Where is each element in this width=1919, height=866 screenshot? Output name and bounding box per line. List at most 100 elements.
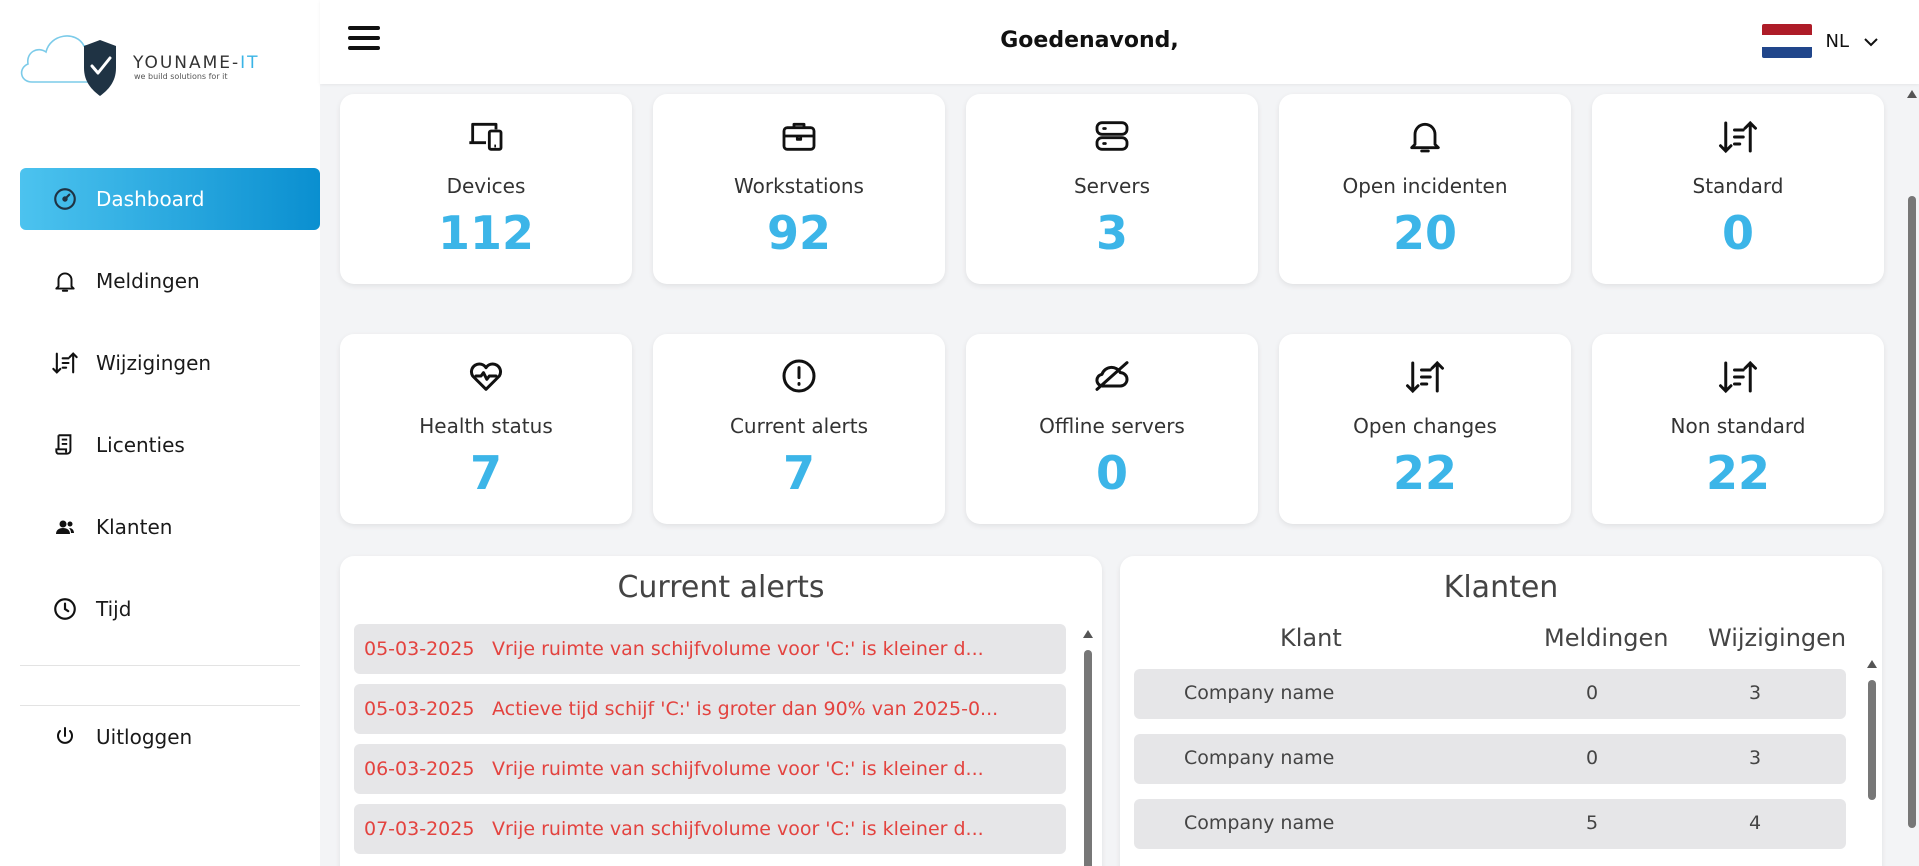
sidebar: YOUNAME-IT we build solutions for it Das… — [0, 0, 320, 866]
meldingen-count: 5 — [1586, 812, 1599, 834]
table-row[interactable]: Company name 0 3 — [1134, 734, 1846, 784]
stat-value: 7 — [782, 446, 815, 500]
bell-icon — [1279, 116, 1571, 158]
table-row[interactable]: Company name 5 4 — [1134, 799, 1846, 849]
stat-card-current-alerts[interactable]: Current alerts 7 — [653, 334, 945, 524]
current-alerts-panel: Current alerts 05-03-2025 Vrije ruimte v… — [340, 556, 1102, 866]
alert-date: 07-03-2025 — [364, 818, 475, 840]
stat-label: Health status — [419, 414, 553, 438]
language-selector[interactable]: NL — [1761, 24, 1880, 58]
sort-arrows-icon — [50, 348, 80, 378]
page-scrollbar[interactable] — [1905, 84, 1919, 866]
alert-row[interactable]: 07-03-2025 Vrije ruimte van schijfvolume… — [354, 804, 1066, 854]
sidebar-item-licenties[interactable]: Licenties — [20, 414, 320, 476]
stat-card-offline-servers[interactable]: Offline servers 0 — [966, 334, 1258, 524]
alert-date: 05-03-2025 — [364, 638, 475, 660]
sidebar-item-label: Dashboard — [96, 187, 205, 211]
panel-title: Klanten — [1443, 570, 1559, 605]
sidebar-item-label: Meldingen — [96, 269, 200, 293]
alert-row[interactable]: 05-03-2025 Vrije ruimte van schijfvolume… — [354, 624, 1066, 674]
scrollbar-thumb[interactable] — [1908, 196, 1916, 828]
language-label: NL — [1825, 30, 1850, 52]
users-icon — [50, 512, 80, 542]
scroll-up-arrow-icon[interactable] — [1907, 90, 1917, 98]
server-icon — [966, 116, 1258, 158]
wijzigingen-count: 3 — [1749, 747, 1762, 769]
divider — [20, 665, 300, 666]
wijzigingen-count: 4 — [1749, 812, 1762, 834]
sidebar-item-meldingen[interactable]: Meldingen — [20, 250, 320, 312]
stat-value: 20 — [1392, 206, 1457, 260]
logout-button[interactable]: Uitloggen — [20, 706, 320, 768]
sidebar-item-label: Klanten — [96, 515, 173, 539]
stat-value: 22 — [1705, 446, 1770, 500]
alert-message: Vrije ruimte van schijfvolume voor 'C:' … — [492, 758, 984, 780]
stat-label: Servers — [1073, 174, 1150, 198]
stat-card-open-changes[interactable]: Open changes 22 — [1279, 334, 1571, 524]
stat-value: 112 — [437, 206, 535, 260]
panel-title: Current alerts — [617, 570, 825, 605]
stat-label: Devices — [446, 174, 526, 198]
sidebar-nav: Dashboard Meldingen Wijzigingen Licentie… — [20, 168, 320, 660]
klanten-panel: Klanten Klant Meldingen Wijzigingen Comp… — [1120, 556, 1882, 866]
sidebar-item-tijd[interactable]: Tijd — [20, 578, 320, 640]
sidebar-item-label: Tijd — [96, 597, 132, 621]
logo-title: YOUNAME-IT — [133, 53, 260, 73]
stat-card-standard[interactable]: Standard 0 — [1592, 94, 1884, 284]
alerts-scrollbar[interactable] — [1082, 630, 1094, 866]
logo[interactable]: YOUNAME-IT we build solutions for it — [18, 16, 278, 100]
sidebar-item-label: Wijzigingen — [96, 351, 212, 375]
alert-message: Vrije ruimte van schijfvolume voor 'C:' … — [492, 818, 984, 840]
stat-label: Standard — [1692, 174, 1784, 198]
cloud-off-icon — [966, 356, 1258, 398]
alert-message: Actieve tijd schijf 'C:' is groter dan 9… — [492, 698, 999, 720]
stat-card-workstations[interactable]: Workstations 92 — [653, 94, 945, 284]
stat-label: Workstations — [734, 174, 864, 198]
stat-card-devices[interactable]: Devices 112 — [340, 94, 632, 284]
logout-label: Uitloggen — [96, 725, 193, 749]
meldingen-count: 0 — [1586, 747, 1599, 769]
table-row[interactable]: Company name 0 3 — [1134, 669, 1846, 719]
scrollbar-thumb[interactable] — [1868, 680, 1876, 800]
bell-icon — [50, 266, 80, 296]
alert-circle-icon — [653, 356, 945, 398]
netherlands-flag-icon — [1761, 24, 1812, 58]
stat-value: 7 — [469, 446, 502, 500]
greeting: Goedenavond, — [1000, 28, 1179, 53]
header: Goedenavond, NL — [320, 0, 1919, 84]
klanten-scrollbar[interactable] — [1866, 660, 1878, 866]
alert-message: Vrije ruimte van schijfvolume voor 'C:' … — [492, 638, 984, 660]
stat-label: Current alerts — [729, 414, 869, 438]
logo-icon — [20, 35, 116, 96]
scrollbar-thumb[interactable] — [1084, 650, 1092, 866]
klant-name: Company name — [1184, 682, 1335, 704]
column-header-meldingen: Meldingen — [1544, 624, 1669, 652]
sidebar-item-klanten[interactable]: Klanten — [20, 496, 320, 558]
stat-card-health-status[interactable]: Health status 7 — [340, 334, 632, 524]
column-header-wijzigingen: Wijzigingen — [1708, 624, 1847, 652]
stat-card-open-incidenten[interactable]: Open incidenten 20 — [1279, 94, 1571, 284]
logo-tagline: we build solutions for it — [134, 72, 228, 81]
wijzigingen-count: 3 — [1749, 682, 1762, 704]
stat-value: 22 — [1392, 446, 1457, 500]
klant-name: Company name — [1184, 812, 1335, 834]
klant-name: Company name — [1184, 747, 1335, 769]
alert-row[interactable]: 06-03-2025 Vrije ruimte van schijfvolume… — [354, 744, 1066, 794]
stat-card-servers[interactable]: Servers 3 — [966, 94, 1258, 284]
stat-card-non-standard[interactable]: Non standard 22 — [1592, 334, 1884, 524]
stat-label: Open incidenten — [1342, 174, 1508, 198]
scroll-up-arrow-icon[interactable] — [1867, 660, 1877, 668]
scroll-up-arrow-icon[interactable] — [1083, 630, 1093, 638]
sidebar-item-wijzigingen[interactable]: Wijzigingen — [20, 332, 320, 394]
alert-date: 06-03-2025 — [364, 758, 475, 780]
stat-label: Open changes — [1353, 414, 1497, 438]
sidebar-item-dashboard[interactable]: Dashboard — [20, 168, 320, 230]
clock-icon — [50, 594, 80, 624]
heart-pulse-icon — [340, 356, 632, 398]
alert-row[interactable]: 05-03-2025 Actieve tijd schijf 'C:' is g… — [354, 684, 1066, 734]
gauge-icon — [50, 184, 80, 214]
stat-value: 0 — [1721, 206, 1754, 260]
chevron-down-icon — [1863, 32, 1879, 51]
document-icon — [50, 430, 80, 460]
meldingen-count: 0 — [1586, 682, 1599, 704]
